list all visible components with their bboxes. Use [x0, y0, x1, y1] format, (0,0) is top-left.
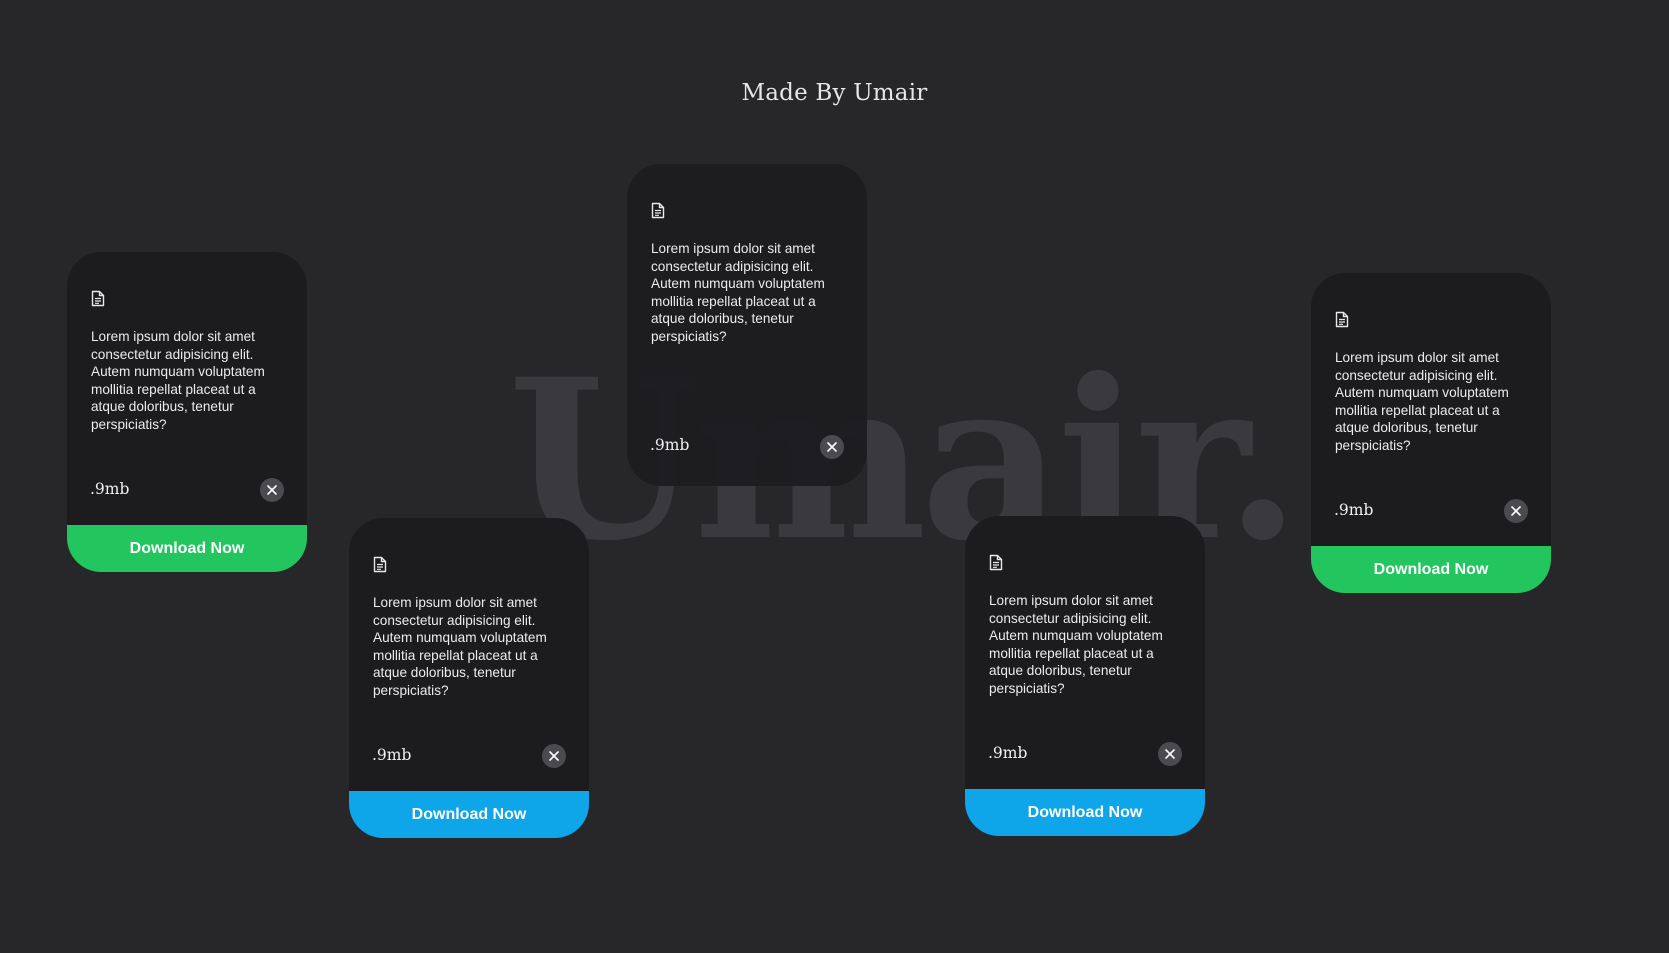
file-description: Lorem ipsum dolor sit amet consectetur a…	[989, 593, 1163, 696]
file-card: Lorem ipsum dolor sit amet consectetur a…	[67, 252, 307, 572]
file-card: Lorem ipsum dolor sit amet consectetur a…	[349, 518, 589, 838]
close-icon	[549, 751, 559, 761]
download-button[interactable]: Download Now	[1311, 546, 1551, 593]
file-size: .9mb	[90, 480, 130, 498]
close-button[interactable]	[1504, 499, 1528, 523]
download-button[interactable]: Download Now	[67, 525, 307, 572]
file-description: Lorem ipsum dolor sit amet consectetur a…	[1335, 350, 1509, 453]
file-size: .9mb	[988, 744, 1028, 762]
file-description: Lorem ipsum dolor sit amet consectetur a…	[651, 241, 825, 344]
file-description: Lorem ipsum dolor sit amet consectetur a…	[373, 595, 547, 698]
download-button[interactable]: Download Now	[965, 789, 1205, 836]
download-button[interactable]: Download Now	[349, 791, 589, 838]
page-title: Made By Umair	[741, 80, 928, 106]
close-button[interactable]	[1158, 742, 1182, 766]
file-card: Lorem ipsum dolor sit amet consectetur a…	[965, 516, 1205, 836]
close-icon	[1511, 506, 1521, 516]
document-icon	[373, 556, 387, 573]
file-size: .9mb	[372, 746, 412, 764]
close-button[interactable]	[260, 478, 284, 502]
file-size: .9mb	[1334, 501, 1374, 519]
close-button[interactable]	[542, 744, 566, 768]
file-size: .9mb	[650, 436, 690, 454]
close-icon	[267, 485, 277, 495]
file-card: Lorem ipsum dolor sit amet consectetur a…	[1311, 273, 1551, 593]
file-description: Lorem ipsum dolor sit amet consectetur a…	[91, 329, 265, 432]
close-button[interactable]	[820, 435, 844, 459]
document-icon	[91, 290, 105, 307]
document-icon	[651, 202, 665, 219]
document-icon	[989, 554, 1003, 571]
document-icon	[1335, 311, 1349, 328]
file-card: Lorem ipsum dolor sit amet consectetur a…	[627, 164, 867, 486]
close-icon	[827, 442, 837, 452]
close-icon	[1165, 749, 1175, 759]
